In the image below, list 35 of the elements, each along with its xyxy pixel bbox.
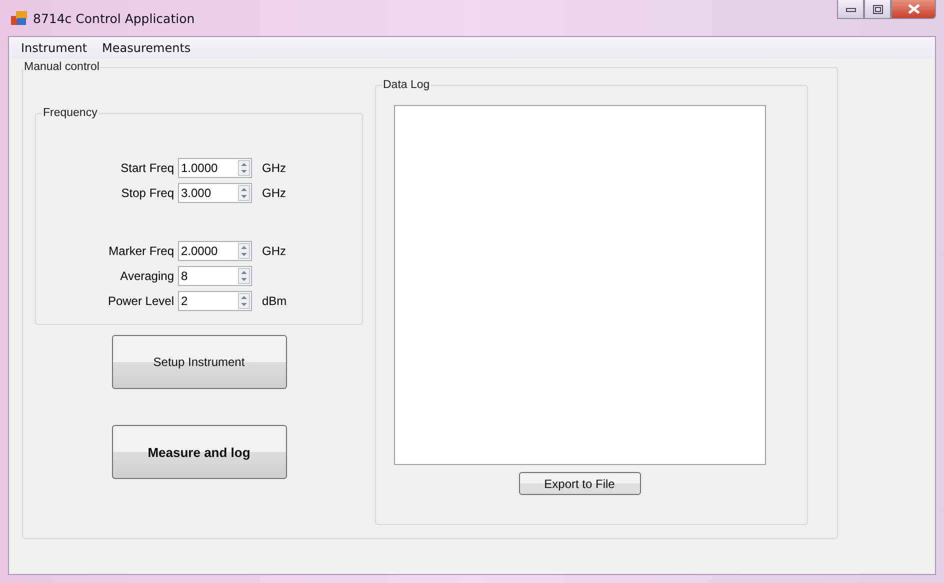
maximize-button[interactable] (864, 0, 891, 19)
action-button[interactable]: Measure and log (112, 425, 286, 479)
spinner-arrows-icon[interactable] (238, 184, 250, 200)
unit-label: dBm (262, 294, 287, 308)
export-button[interactable]: Export to File (518, 472, 640, 495)
numeric-field[interactable]: 8 (178, 266, 252, 286)
group-title: Data Log (382, 79, 431, 91)
spinner-arrows-icon[interactable] (238, 268, 250, 284)
spinner-arrows-icon[interactable] (238, 292, 250, 308)
spinner-arrows-icon[interactable] (238, 242, 250, 258)
field-label: Stop Freq (120, 186, 175, 200)
numeric-field[interactable]: 2 (178, 290, 252, 310)
menu-item[interactable]: Measurements (102, 41, 191, 55)
window-title: 8714c Control Application (33, 10, 195, 26)
numeric-field[interactable]: 1.0000 (178, 158, 252, 178)
field-label: Power Level (106, 294, 175, 308)
unit-label: GHz (262, 160, 286, 174)
close-icon (908, 4, 920, 14)
minimize-button[interactable] (837, 0, 864, 19)
app-icon (11, 11, 27, 25)
spinner-arrows-icon[interactable] (238, 160, 250, 176)
menu-item[interactable]: Instrument (21, 41, 88, 55)
maximize-icon (872, 4, 882, 14)
unit-label: GHz (262, 244, 286, 258)
field-label: Averaging (119, 268, 175, 282)
close-button[interactable] (891, 0, 936, 19)
numeric-field[interactable]: 3.000 (178, 182, 252, 202)
numeric-field[interactable]: 2.0000 (178, 240, 252, 260)
unit-label: GHz (262, 186, 286, 200)
action-button[interactable]: Setup Instrument (112, 335, 286, 389)
minimize-icon (846, 6, 856, 12)
group-title: Manual control (23, 61, 100, 73)
group-title: Frequency (42, 107, 98, 119)
field-label: Marker Freq (108, 244, 175, 258)
field-label: Start Freq (120, 160, 175, 174)
